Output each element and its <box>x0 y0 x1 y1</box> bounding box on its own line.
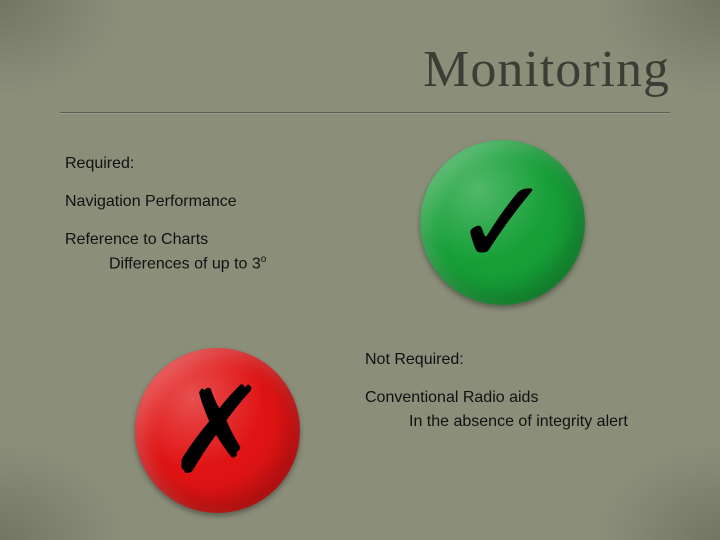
required-item-1: Navigation Performance <box>65 190 395 214</box>
not-required-item-1-sub: In the absence of integrity alert <box>365 410 705 434</box>
check-badge: ✓ <box>420 140 585 305</box>
required-item-2: Reference to Charts <box>65 228 395 252</box>
not-required-item-1: Conventional Radio aids <box>365 386 705 410</box>
title-divider <box>60 112 670 113</box>
required-item-2-sub: Differences of up to 3o <box>65 252 395 276</box>
slide-title: Monitoring <box>423 40 670 99</box>
cross-icon: ✗ <box>167 371 268 491</box>
slide: Monitoring Required: Navigation Performa… <box>0 0 720 540</box>
check-icon: ✓ <box>452 163 553 283</box>
cross-badge: ✗ <box>135 348 300 513</box>
required-heading: Required: <box>65 152 395 176</box>
required-block: Required: Navigation Performance Referen… <box>65 152 395 276</box>
not-required-block: Not Required: Conventional Radio aids In… <box>365 348 705 434</box>
not-required-heading: Not Required: <box>365 348 705 372</box>
